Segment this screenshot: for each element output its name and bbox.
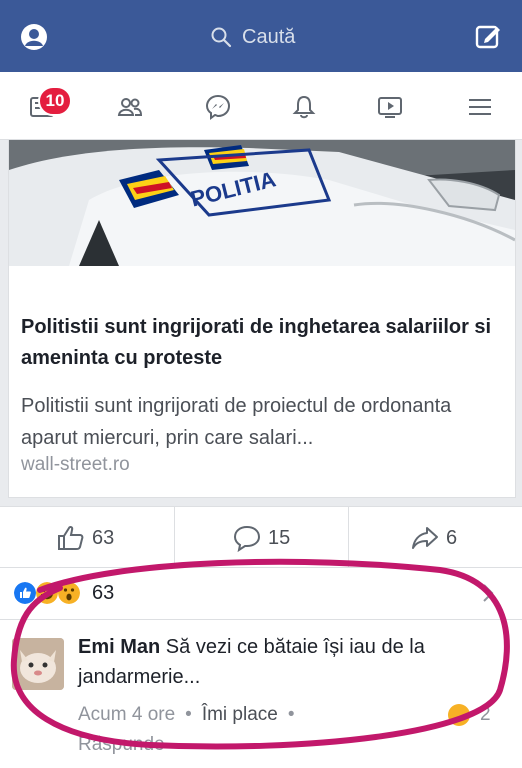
meta-dot: • (185, 704, 192, 725)
police-car-image: POLITIA (9, 140, 515, 266)
comment-meta: Acum 4 ore • Îmi place • (78, 704, 295, 726)
share-count: 6 (446, 526, 458, 549)
commenter-avatar[interactable] (12, 638, 64, 690)
top-bar: Caută (0, 0, 522, 72)
like-button[interactable]: 63 (56, 507, 114, 569)
search-label: Caută (242, 25, 296, 48)
link-preview-card[interactable]: POLITIA Politistii sunt ingrijorati de i… (8, 140, 516, 498)
profile-icon[interactable] (20, 23, 48, 51)
like-count: 63 (92, 526, 115, 549)
comment-haha-reaction-icon (448, 704, 470, 726)
action-divider (348, 507, 349, 569)
comment-button[interactable]: 15 (232, 507, 290, 569)
watch-video-icon[interactable] (376, 93, 404, 121)
share-button[interactable]: 6 (410, 507, 457, 569)
chevron-right-icon[interactable] (480, 582, 496, 604)
search-bar[interactable]: Caută (210, 22, 295, 52)
article-description: Politistii sunt ingrijorati de proiectul… (21, 395, 452, 449)
compose-icon[interactable] (474, 22, 502, 50)
comment-like-link[interactable]: Îmi place (202, 704, 278, 726)
meta-dot: • (287, 704, 295, 725)
comment-count: 15 (268, 526, 291, 549)
comment-author[interactable]: Emi Man (78, 636, 160, 658)
haha-reaction-icon (36, 582, 58, 604)
thumbs-up-icon (58, 525, 84, 550)
post-actions-bar: 63 15 6 (0, 506, 522, 569)
notifications-bell-icon[interactable] (290, 93, 318, 121)
comment-timestamp: Acum 4 ore (78, 704, 176, 725)
comment-section: Emi Man Să vezi ce bătaie își iau de la … (0, 620, 522, 768)
article-title[interactable]: Politistii sunt ingrijorati de inghetare… (21, 312, 501, 374)
search-icon (211, 27, 232, 48)
notification-badge: 10 (38, 86, 72, 116)
comment-bubble-icon (233, 525, 261, 553)
like-reaction-icon (14, 582, 36, 604)
menu-icon[interactable] (466, 93, 494, 121)
reactions-summary[interactable]: 63 (0, 568, 522, 620)
reaction-count: 63 (92, 582, 115, 604)
comment-reaction-count: 2 (480, 704, 491, 725)
comment-body: Emi Man Să vezi ce bătaie își iau de la … (78, 632, 498, 692)
article-domain: wall-street.ro (21, 454, 130, 475)
nav-bar (0, 72, 522, 140)
friends-icon[interactable] (116, 93, 144, 121)
wow-reaction-icon (58, 582, 80, 604)
comment-reply-link[interactable]: Răspunde (78, 734, 165, 756)
messenger-icon[interactable] (204, 93, 232, 121)
action-divider (174, 507, 175, 569)
share-arrow-icon (412, 527, 438, 549)
